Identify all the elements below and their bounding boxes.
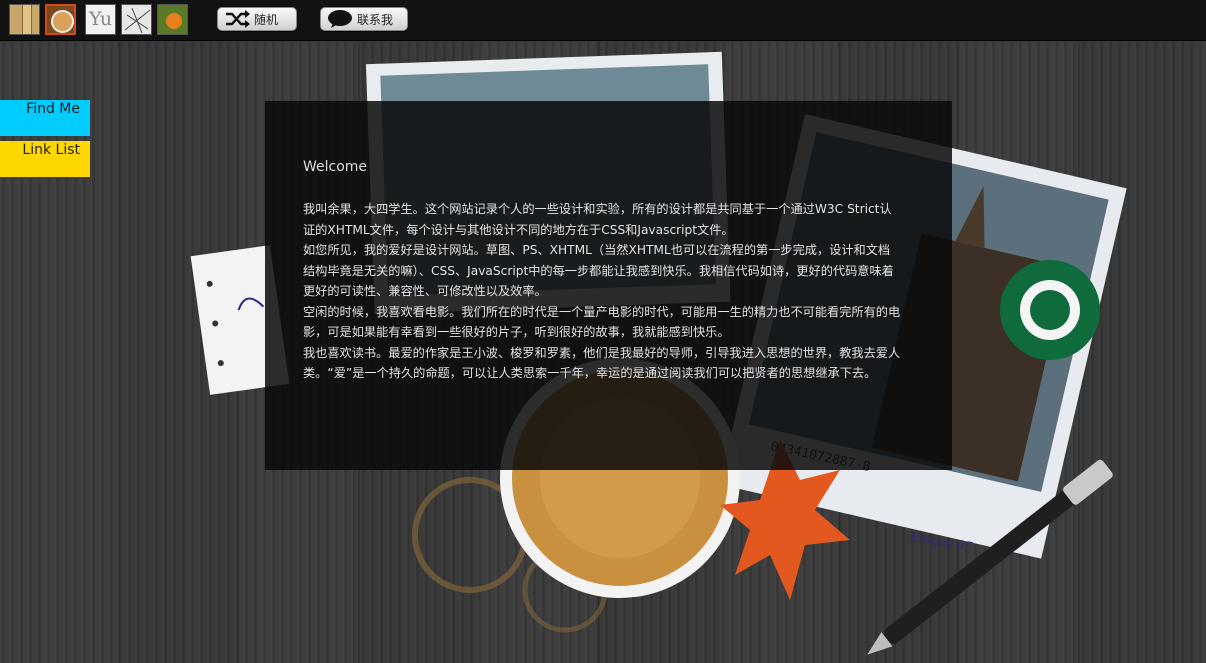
coffee-thumbnail[interactable] — [45, 4, 76, 35]
welcome-title: Welcome — [303, 159, 368, 175]
starbucks-logo — [1000, 260, 1100, 360]
sketch-thumbnail[interactable] — [121, 4, 152, 35]
find-me-label: Find Me — [26, 101, 80, 117]
welcome-panel: Welcome 我叫余果，大四学生。这个网站记录个人的一些设计和实验，所有的设计… — [265, 101, 952, 470]
contact-button-label: 联系我 — [357, 12, 394, 27]
yu-thumbnail[interactable]: Yu — [85, 4, 116, 35]
ruler-thumbnail[interactable] — [9, 4, 40, 35]
intro-paragraph: 我叫余果，大四学生。这个网站记录个人的一些设计和实验，所有的设计都是共同基于一个… — [303, 202, 892, 237]
shuffle-icon — [226, 10, 250, 28]
top-bar: Yu 随机 联系我 — [0, 0, 1206, 41]
design-paragraph: 如您所见，我的爱好是设计网站。草图、PS、XHTML（当然XHTML也可以在流程… — [303, 243, 894, 298]
contact-button[interactable]: 联系我 — [320, 7, 408, 31]
link-list-label: Link List — [22, 142, 80, 158]
link-list-tab[interactable]: Link List — [0, 141, 90, 177]
movies-paragraph: 空闲的时候，我喜欢看电影。我们所在的时代是一个量产电影的时代，可能用一生的精力也… — [303, 304, 901, 340]
speech-bubble-icon — [328, 10, 352, 28]
bird-thumbnail[interactable] — [157, 4, 188, 35]
reading-paragraph: 我也喜欢读书。最爱的作家是王小波、梭罗和罗素，他们是我最好的导师，引导我进入思想… — [303, 345, 901, 381]
sketch-icon — [124, 7, 151, 34]
yu-thumbnail-label: Yu — [89, 8, 113, 30]
find-me-tab[interactable]: Find Me — [0, 100, 90, 136]
random-button[interactable]: 随机 — [217, 7, 297, 31]
random-button-label: 随机 — [254, 12, 279, 27]
